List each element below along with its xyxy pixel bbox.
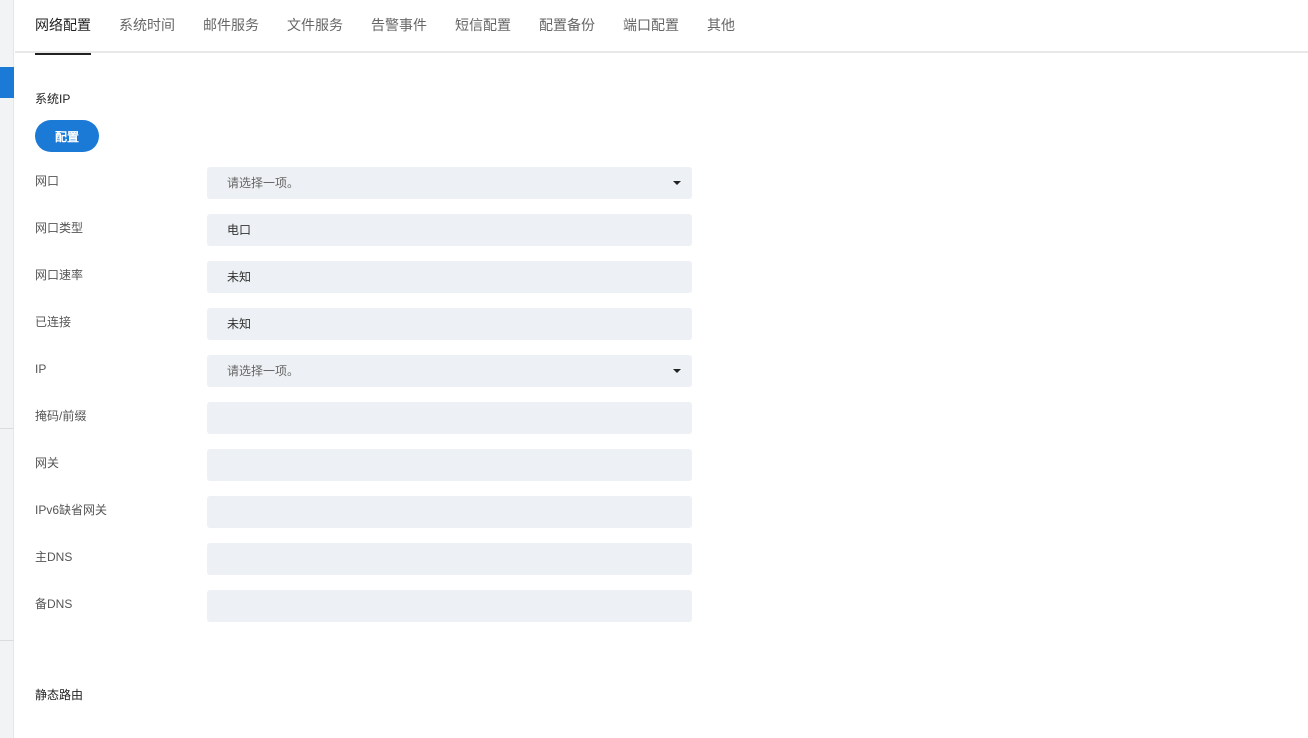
- settings-panel: 网络配置 系统时间 邮件服务 文件服务 告警事件 短信配置 配置备份 端口配置 …: [15, 0, 1308, 738]
- tab-mail-service[interactable]: 邮件服务: [203, 0, 259, 53]
- tab-config-backup[interactable]: 配置备份: [539, 0, 595, 53]
- config-button[interactable]: 配置: [35, 120, 99, 152]
- tab-alarm-events[interactable]: 告警事件: [371, 0, 427, 53]
- port-select-placeholder: 请选择一项。: [227, 176, 300, 190]
- port-select[interactable]: 请选择一项。: [207, 167, 692, 199]
- port-speed-field[interactable]: 未知: [207, 261, 692, 293]
- static-route-title: 静态路由: [35, 688, 84, 702]
- caret-down-icon: [673, 369, 681, 373]
- system-ip-title: 系统IP: [35, 92, 71, 106]
- secondary-dns-field[interactable]: [207, 590, 692, 622]
- gateway-label: 网关: [35, 456, 60, 470]
- caret-down-icon: [673, 181, 681, 185]
- gateway-field[interactable]: [207, 449, 692, 481]
- port-type-label: 网口类型: [35, 221, 84, 235]
- form-row-port-speed: 网口速率 未知: [35, 261, 695, 293]
- form-row-ipv6-gateway: IPv6缺省网关: [35, 496, 695, 528]
- mask-label: 掩码/前缀: [35, 409, 87, 423]
- ipv6-gateway-field[interactable]: [207, 496, 692, 528]
- tab-system-time[interactable]: 系统时间: [119, 0, 175, 53]
- secondary-dns-label: 备DNS: [35, 597, 73, 611]
- tab-network-config[interactable]: 网络配置: [35, 0, 91, 55]
- port-type-field[interactable]: 电口: [207, 214, 692, 246]
- form-row-gateway: 网关: [35, 449, 695, 481]
- form-row-connected: 已连接 未知: [35, 308, 695, 340]
- form-row-port-type: 网口类型 电口: [35, 214, 695, 246]
- form-row-secondary-dns: 备DNS: [35, 590, 695, 622]
- tab-port-config[interactable]: 端口配置: [623, 0, 679, 53]
- tab-file-service[interactable]: 文件服务: [287, 0, 343, 53]
- ip-label: IP: [35, 362, 47, 376]
- primary-dns-field[interactable]: [207, 543, 692, 575]
- left-nav-active-marker[interactable]: [0, 67, 14, 98]
- form-row-ip: IP 请选择一项。: [35, 355, 695, 387]
- ip-select[interactable]: 请选择一项。: [207, 355, 692, 387]
- form-row-port: 网口 请选择一项。: [35, 167, 695, 199]
- port-label: 网口: [35, 174, 60, 188]
- ipv6-gateway-label: IPv6缺省网关: [35, 503, 108, 517]
- connected-label: 已连接: [35, 315, 72, 329]
- primary-dns-label: 主DNS: [35, 550, 73, 564]
- port-speed-label: 网口速率: [35, 268, 84, 282]
- connected-field[interactable]: 未知: [207, 308, 692, 340]
- left-nav-strip: [0, 0, 14, 738]
- tab-bar: 网络配置 系统时间 邮件服务 文件服务 告警事件 短信配置 配置备份 端口配置 …: [15, 0, 1308, 55]
- form-row-primary-dns: 主DNS: [35, 543, 695, 575]
- left-nav-divider: [0, 640, 14, 641]
- ip-select-placeholder: 请选择一项。: [227, 364, 300, 378]
- tab-other[interactable]: 其他: [707, 0, 735, 53]
- form-row-mask: 掩码/前缀: [35, 402, 695, 434]
- tab-sms-config[interactable]: 短信配置: [455, 0, 511, 53]
- left-nav-divider: [0, 428, 14, 429]
- mask-field[interactable]: [207, 402, 692, 434]
